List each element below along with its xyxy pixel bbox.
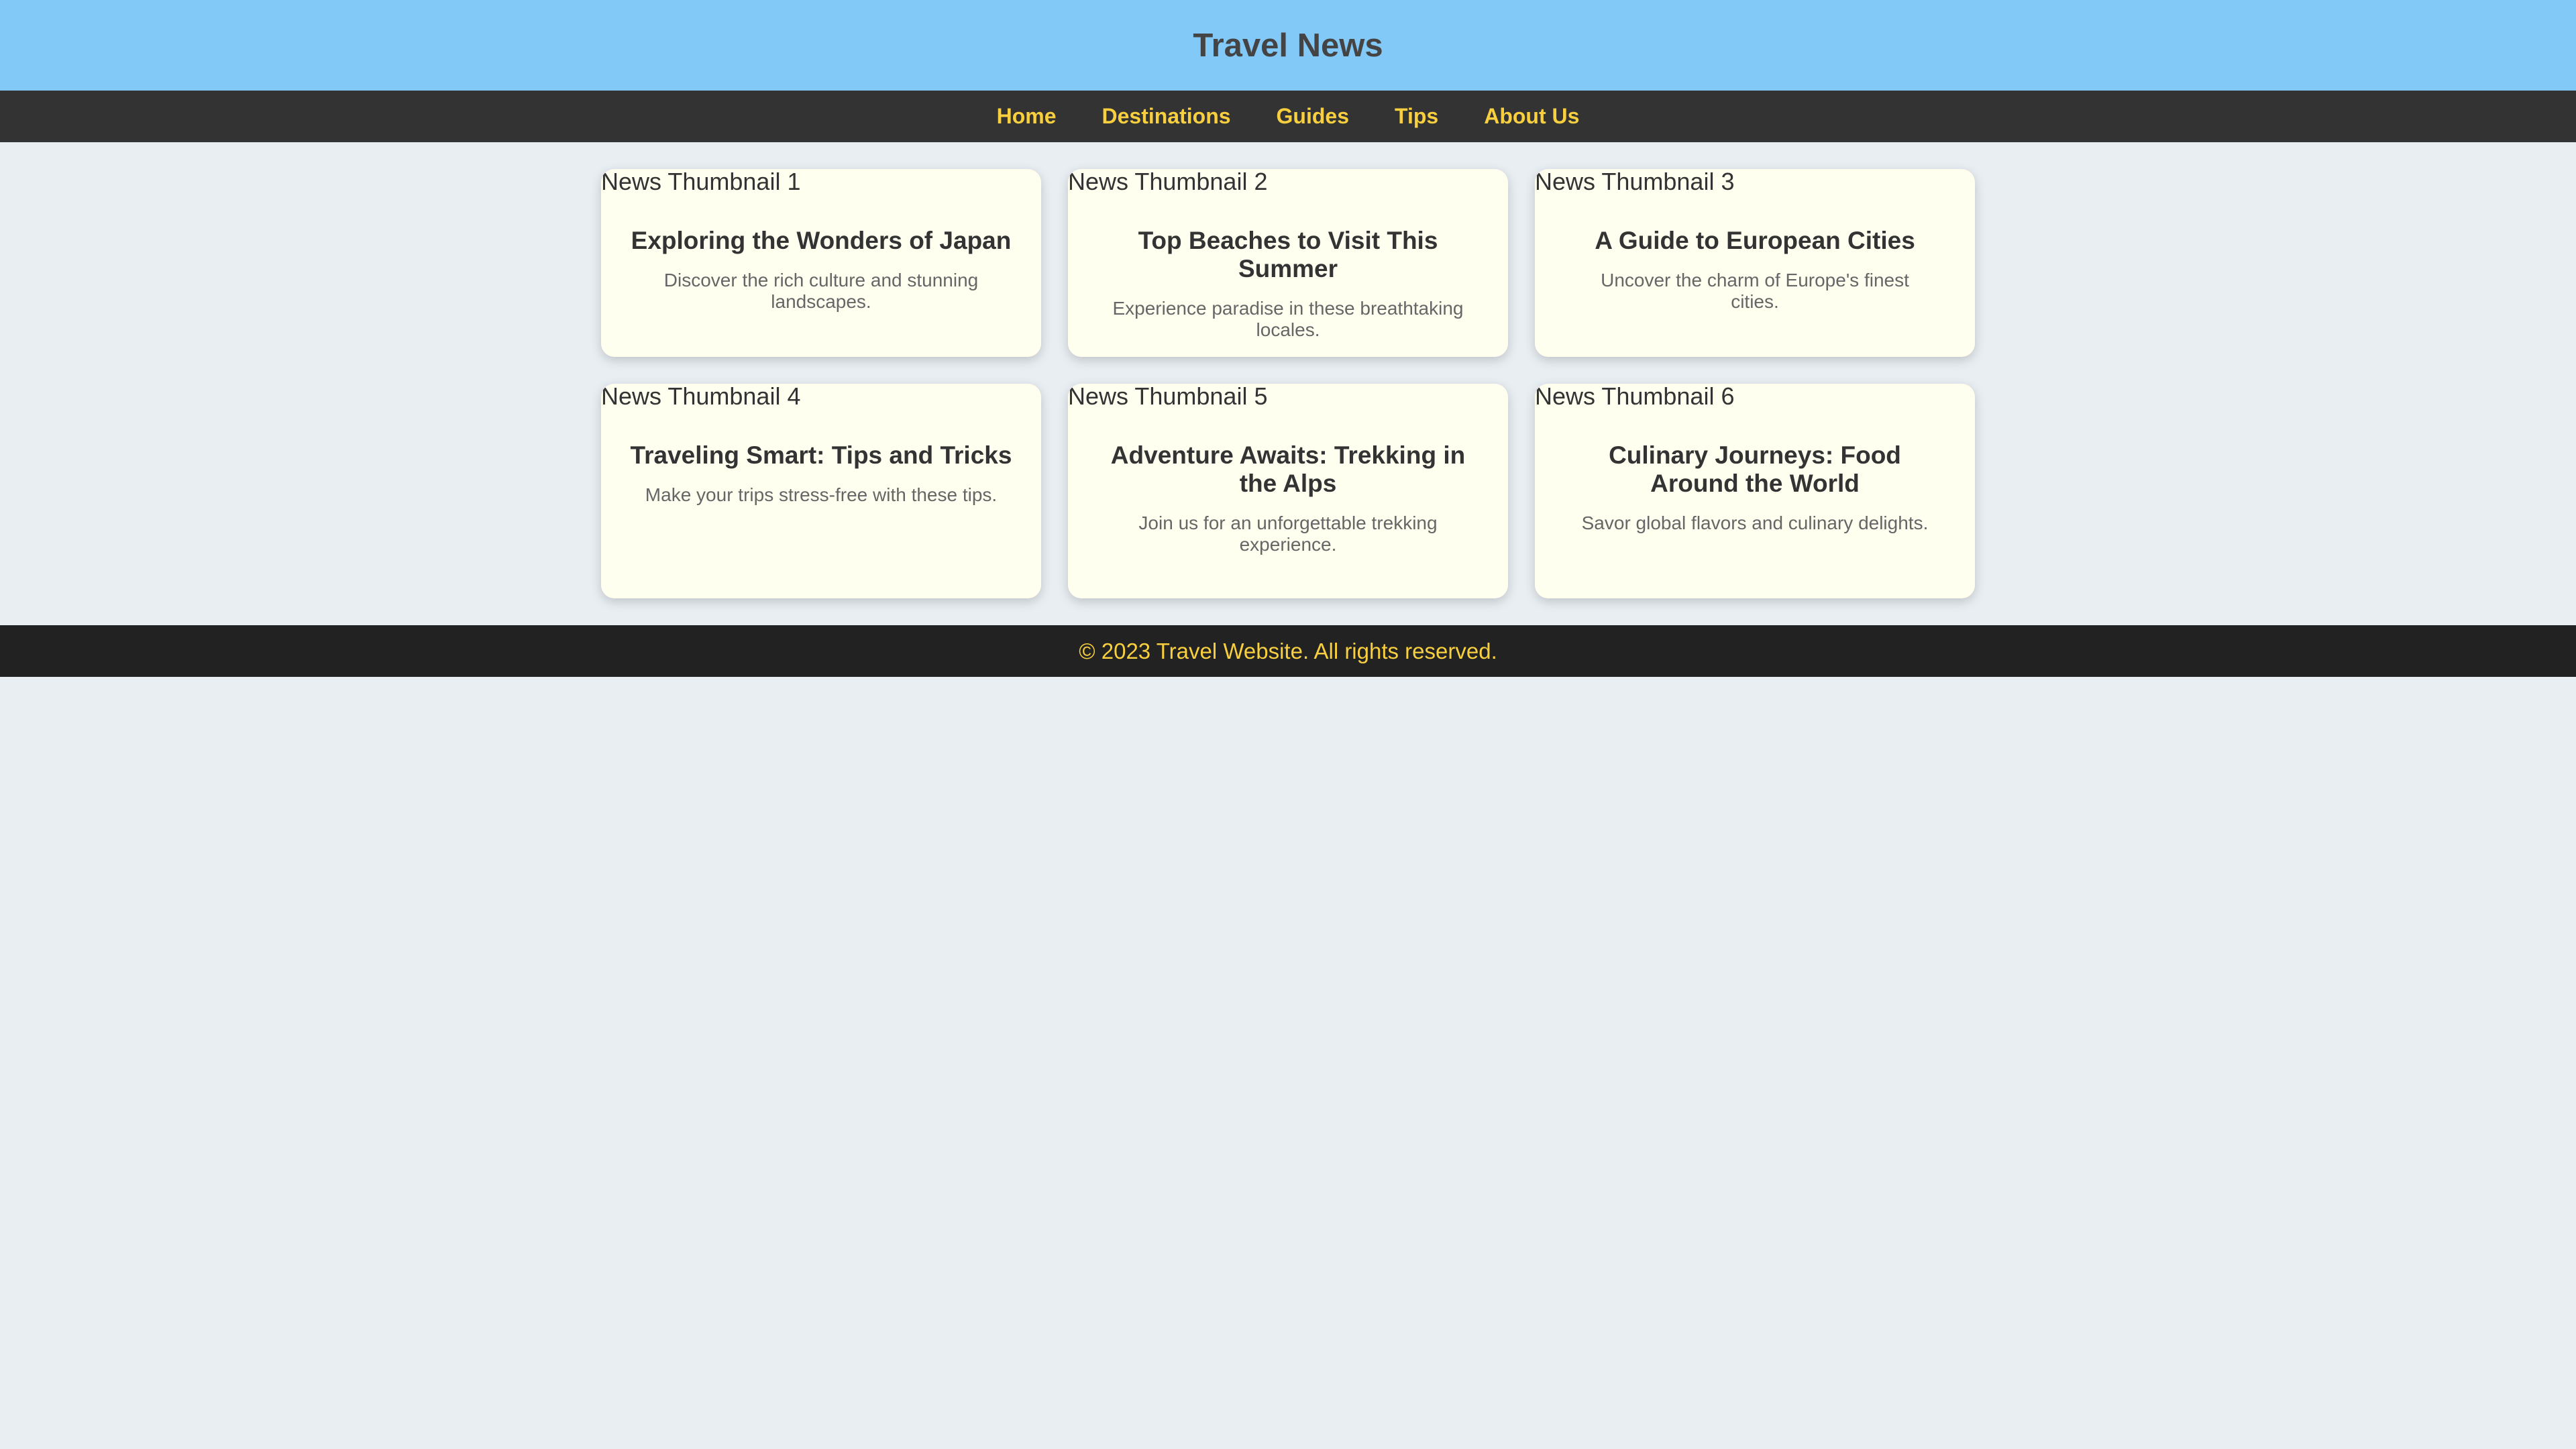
nav-item-tips[interactable]: Tips — [1395, 104, 1438, 129]
card-title[interactable]: Top Beaches to Visit This Summer — [1095, 227, 1481, 283]
copyright-text: © 2023 Travel Website. All rights reserv… — [1079, 638, 1497, 663]
news-card[interactable]: News Thumbnail 1 Exploring the Wonders o… — [601, 169, 1041, 357]
thumbnail-alt-text: News Thumbnail 6 — [1535, 384, 1735, 410]
card-title[interactable]: Exploring the Wonders of Japan — [628, 227, 1014, 255]
news-thumbnail[interactable]: News Thumbnail 3 — [1535, 169, 1975, 195]
news-thumbnail[interactable]: News Thumbnail 1 — [601, 169, 1041, 195]
news-thumbnail[interactable]: News Thumbnail 2 — [1068, 169, 1508, 195]
nav-item-guides[interactable]: Guides — [1277, 104, 1349, 129]
card-description: Discover the rich culture and stunning l… — [663, 270, 979, 312]
news-card[interactable]: News Thumbnail 6 Culinary Journeys: Food… — [1535, 384, 1975, 598]
site-header: Travel News — [0, 0, 2576, 91]
news-card[interactable]: News Thumbnail 5 Adventure Awaits: Trekk… — [1068, 384, 1508, 598]
thumbnail-alt-text: News Thumbnail 1 — [601, 169, 801, 195]
card-title[interactable]: A Guide to European Cities — [1562, 227, 1948, 255]
news-card[interactable]: News Thumbnail 4 Traveling Smart: Tips a… — [601, 384, 1041, 598]
card-description: Uncover the charm of Europe's finest cit… — [1601, 270, 1909, 312]
news-card[interactable]: News Thumbnail 3 A Guide to European Cit… — [1535, 169, 1975, 357]
card-title[interactable]: Culinary Journeys: Food Around the World — [1562, 441, 1948, 498]
nav-item-destinations[interactable]: Destinations — [1102, 104, 1231, 129]
thumbnail-alt-text: News Thumbnail 4 — [601, 384, 801, 410]
site-footer: © 2023 Travel Website. All rights reserv… — [0, 625, 2576, 677]
news-thumbnail[interactable]: News Thumbnail 6 — [1535, 384, 1975, 409]
thumbnail-alt-text: News Thumbnail 3 — [1535, 169, 1735, 195]
nav-item-home[interactable]: Home — [997, 104, 1057, 129]
news-thumbnail[interactable]: News Thumbnail 4 — [601, 384, 1041, 409]
card-description: Make your trips stress-free with these t… — [645, 484, 998, 505]
thumbnail-alt-text: News Thumbnail 2 — [1068, 169, 1268, 195]
thumbnail-alt-text: News Thumbnail 5 — [1068, 384, 1268, 410]
news-grid: News Thumbnail 1 Exploring the Wonders o… — [601, 142, 1975, 625]
card-title[interactable]: Adventure Awaits: Trekking in the Alps — [1095, 441, 1481, 498]
card-description: Savor global flavors and culinary deligh… — [1581, 513, 1929, 533]
news-thumbnail[interactable]: News Thumbnail 5 — [1068, 384, 1508, 409]
nav-item-about-us[interactable]: About Us — [1484, 104, 1579, 129]
news-card[interactable]: News Thumbnail 2 Top Beaches to Visit Th… — [1068, 169, 1508, 357]
card-title[interactable]: Traveling Smart: Tips and Tricks — [628, 441, 1014, 470]
card-description: Join us for an unforgettable trekking ex… — [1138, 513, 1438, 555]
main-nav: Home Destinations Guides Tips About Us — [0, 91, 2576, 142]
site-title: Travel News — [1193, 27, 1383, 64]
card-description: Experience paradise in these breathtakin… — [1112, 298, 1464, 340]
